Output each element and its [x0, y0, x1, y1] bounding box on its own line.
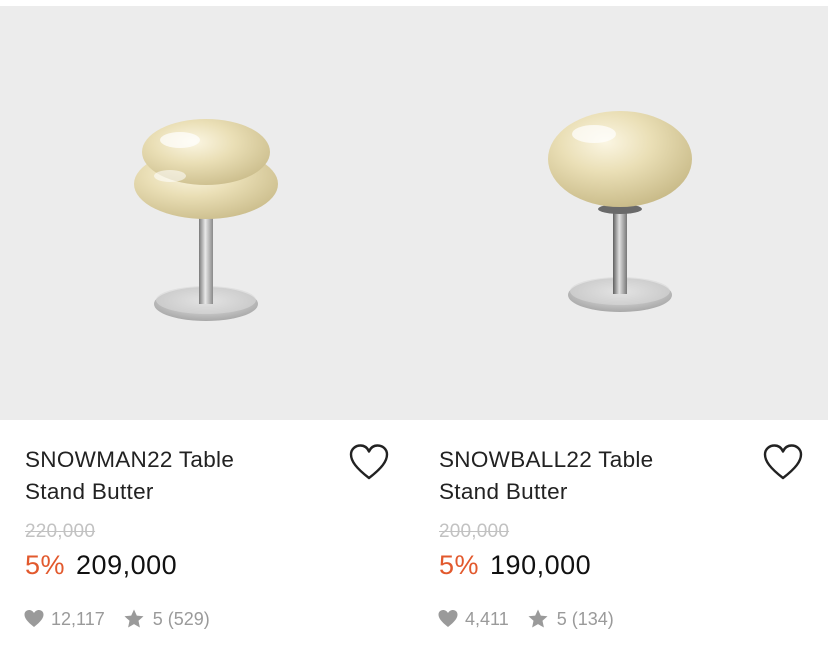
heart-filled-icon: [23, 608, 45, 630]
original-price: 200,000: [439, 521, 510, 542]
product-grid: SNOWMAN22 Table Stand Butter 220,000 5% …: [0, 0, 828, 646]
product-title-line[interactable]: SNOWBALL22 Table: [439, 444, 729, 476]
product-meta: 4,411 5 (134): [437, 608, 614, 630]
product-card[interactable]: SNOWBALL22 Table Stand Butter 200,000 5%…: [414, 0, 828, 646]
product-card[interactable]: SNOWMAN22 Table Stand Butter 220,000 5% …: [0, 0, 414, 646]
likes-count: 12,117: [51, 608, 105, 629]
star-icon: [123, 608, 145, 630]
price-row: 5% 209,000: [25, 550, 177, 581]
heart-outline-icon[interactable]: [348, 443, 390, 483]
heart-filled-icon: [437, 608, 459, 630]
product-image[interactable]: [414, 6, 828, 420]
price-row: 5% 190,000: [439, 550, 591, 581]
product-title[interactable]: SNOWMAN22 Table Stand Butter: [25, 444, 315, 508]
product-image[interactable]: [0, 6, 414, 420]
rating-value: 5 (529): [152, 608, 210, 629]
discount-badge: 5%: [439, 550, 480, 580]
discount-badge: 5%: [25, 550, 66, 580]
likes-count: 4,411: [465, 608, 509, 629]
product-title-line[interactable]: SNOWMAN22 Table: [25, 444, 315, 476]
product-title[interactable]: SNOWBALL22 Table Stand Butter: [439, 444, 729, 508]
sale-price: 190,000: [490, 550, 592, 580]
snowball-lamp-image: [548, 111, 692, 312]
original-price: 220,000: [25, 521, 96, 542]
product-title-line[interactable]: Stand Butter: [439, 476, 729, 508]
snowman-lamp-image: [134, 119, 278, 321]
heart-outline-icon[interactable]: [762, 443, 804, 483]
rating-value: 5 (134): [556, 608, 614, 629]
sale-price: 209,000: [76, 550, 178, 580]
product-title-line[interactable]: Stand Butter: [25, 476, 315, 508]
star-icon: [527, 608, 549, 630]
product-meta: 12,117 5 (529): [23, 608, 210, 630]
